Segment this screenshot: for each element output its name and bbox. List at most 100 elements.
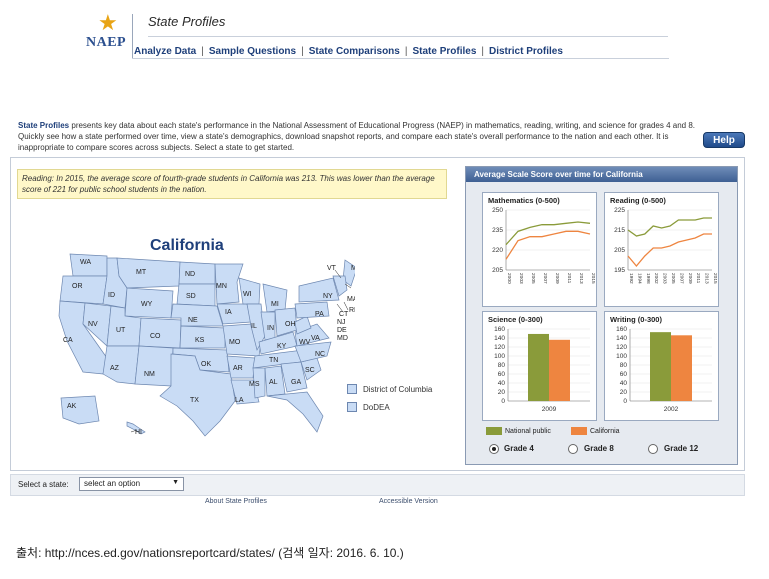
y-tick-label: 140 (616, 335, 627, 342)
map-label-mn: MN (216, 283, 227, 290)
map-label-vt: VT (327, 265, 337, 272)
bar-national (528, 333, 549, 401)
y-tick-label: 205 (492, 267, 503, 274)
series-line-national (505, 221, 591, 246)
map-label-al: AL (269, 379, 278, 386)
map-label-md: MD (337, 335, 348, 342)
writing-chart: 0 20 40 60 80 100 120 140 160 2002 (616, 326, 712, 413)
map-label-tx: TX (190, 397, 199, 404)
nav-state-comparisons[interactable]: State Comparisons (309, 46, 400, 57)
y-tick-label: 250 (492, 207, 503, 214)
dodea-legend-swatch[interactable] (347, 402, 357, 412)
map-label-wi: WI (243, 291, 252, 298)
map-label-mo: MO (229, 339, 241, 346)
x-tick-label: 1994 (636, 273, 642, 284)
grade-8-radio[interactable] (568, 444, 578, 454)
y-tick-label: 140 (494, 335, 505, 342)
state-mt (116, 257, 181, 289)
nav-state-profiles[interactable]: State Profiles (412, 46, 476, 57)
page-title: State Profiles (148, 14, 226, 29)
x-tick-label: 2003 (662, 273, 668, 284)
dodea-legend-label[interactable]: DoDEA (363, 403, 390, 412)
y-tick-label: 60 (620, 371, 628, 378)
dc-legend-swatch[interactable] (347, 384, 357, 394)
x-tick-label: 2011 (566, 273, 572, 284)
x-tick-label: 2007 (678, 273, 684, 284)
y-tick-label: 160 (494, 326, 505, 333)
accessible-version-link[interactable]: Accessible Version (379, 498, 438, 505)
y-tick-label: 220 (492, 247, 503, 254)
us-map[interactable]: WA OR ID MT WY NV CA UT AZ CO NM ND SD N… (55, 246, 355, 446)
map-label-tn: TN (269, 357, 278, 364)
grade-12-radio[interactable] (648, 444, 658, 454)
map-label-ut: UT (116, 327, 126, 334)
y-tick-label: 0 (623, 398, 627, 405)
map-label-va: VA (311, 335, 320, 342)
map-label-ok: OK (201, 361, 211, 368)
state-fl (266, 391, 324, 433)
national-legend-swatch (486, 427, 502, 435)
y-tick-label: 100 (494, 353, 505, 360)
state-nm (134, 345, 174, 387)
map-label-ms: MS (249, 381, 260, 388)
grade-4-radio[interactable] (489, 444, 499, 454)
star-icon: ★ (98, 10, 118, 35)
grade-8-label[interactable]: Grade 8 (584, 444, 614, 453)
naep-logo[interactable]: ★ NAEP (86, 12, 130, 52)
grade-4-label[interactable]: Grade 4 (504, 444, 534, 453)
bar-state (671, 335, 692, 401)
map-label-la: LA (235, 397, 244, 404)
state-or (59, 275, 108, 305)
state-select[interactable]: select an option ▼ (79, 477, 184, 491)
header-rule (148, 36, 668, 37)
intro-lead: State Profiles (18, 121, 70, 130)
y-tick-label: 100 (616, 353, 627, 360)
map-label-or: OR (72, 283, 83, 290)
score-panel-title: Average Scale Score over time for Califo… (466, 167, 737, 182)
state-select-value: select an option (84, 479, 141, 488)
x-category-label: 2009 (542, 406, 557, 413)
y-tick-label: 0 (501, 398, 505, 405)
map-label-nc: NC (315, 351, 325, 358)
x-tick-label: 2002 (653, 273, 659, 284)
x-tick-label: 2000 (506, 273, 512, 284)
y-tick-label: 80 (498, 362, 506, 369)
map-label-hi: HI (135, 429, 142, 436)
main-nav: Analyze Data | Sample Questions | State Comp… (134, 46, 563, 57)
series-line-national (627, 217, 712, 237)
dc-legend-label[interactable]: District of Columbia (363, 385, 432, 394)
map-label-oh: OH (285, 321, 296, 328)
map-label-ma: MA (347, 296, 355, 303)
state-ak (60, 395, 100, 425)
grade-12-label[interactable]: Grade 12 (664, 444, 698, 453)
map-label-pa: PA (315, 311, 324, 318)
x-tick-label: 2013 (704, 273, 710, 284)
map-label-ct: CT (339, 311, 349, 318)
x-tick-label: 2005 (670, 273, 676, 284)
y-tick-label: 120 (616, 344, 627, 351)
x-tick-label: 2005 (530, 273, 536, 284)
map-label-wy: WY (141, 301, 153, 308)
map-label-nm: NM (144, 371, 155, 378)
map-label-il: IL (251, 323, 257, 330)
map-label-ak: AK (67, 403, 77, 410)
help-button[interactable]: Help (703, 132, 745, 148)
nav-district-profiles[interactable]: District Profiles (489, 46, 563, 57)
reading-chart: 195 205 215 225 1992 1994 1998 2002 2003 2005 2007… (614, 207, 718, 284)
about-state-profiles-link[interactable]: About State Profiles (205, 498, 267, 505)
nav-analyze-data[interactable]: Analyze Data (134, 46, 196, 57)
nav-sample-questions[interactable]: Sample Questions (209, 46, 296, 57)
nav-rule (132, 58, 669, 59)
y-tick-label: 215 (614, 227, 625, 234)
map-label-ca: CA (63, 337, 73, 344)
series-line-state (505, 230, 591, 260)
x-tick-label: 2009 (687, 273, 693, 284)
x-tick-label: 2015 (712, 273, 718, 284)
y-tick-label: 225 (614, 207, 625, 214)
map-label-wv: WV (299, 339, 311, 346)
y-tick-label: 60 (498, 371, 506, 378)
map-label-de: DE (337, 327, 347, 334)
national-legend-label: National public (505, 428, 551, 435)
reading-callout: Reading: In 2015, the average score of f… (17, 169, 447, 199)
map-label-mi: MI (271, 301, 279, 308)
